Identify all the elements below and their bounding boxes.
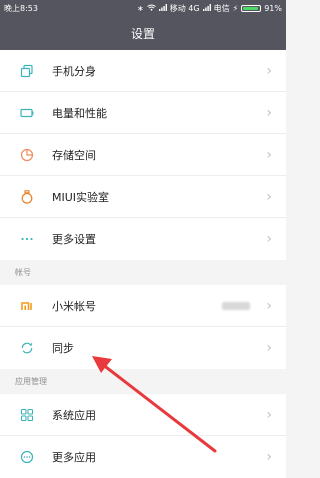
settings-item-battery[interactable]: 电量和性能 › [0,92,286,134]
wifi-icon [146,4,156,13]
blurred-account-id [222,302,250,310]
section-header-app-management: 应用管理 [0,369,286,394]
chevron-right-icon: › [266,147,272,163]
battery-icon [241,4,262,12]
signal-icon-2 [202,3,211,13]
chevron-right-icon: › [266,407,272,423]
settings-item-dual-apps[interactable]: 手机分身 › [0,50,286,92]
carrier2-label: 电信 [213,3,230,13]
more-dots-icon [20,232,34,246]
more-apps-icon [20,450,34,464]
settings-item-sync[interactable]: 同步 › [0,327,286,369]
status-icons: ∗ 移动 4G 电信 ⚡ 91% [137,3,282,14]
settings-item-label: 更多应用 [52,451,96,464]
chevron-right-icon: › [266,105,272,121]
settings-item-label: 同步 [52,342,74,355]
status-bar: 晚上8:53 ∗ 移动 4G 电信 ⚡ 91% [0,0,286,16]
apps-grid-icon [20,408,34,422]
clone-icon [20,64,34,78]
chevron-right-icon: › [266,189,272,205]
settings-item-more-settings[interactable]: 更多设置 › [0,218,286,260]
settings-group-account: 小米帐号 › 同步 › [0,285,286,369]
settings-item-label: 更多设置 [52,233,96,246]
page-title: 设置 [130,26,155,41]
chevron-right-icon: › [266,231,272,247]
storage-pie-icon [20,148,34,162]
settings-item-mi-account[interactable]: 小米帐号 › [0,285,286,327]
network-label: 移动 4G [169,3,200,13]
settings-group-apps: 系统应用 › 更多应用 › [0,394,286,478]
settings-item-label: 存储空间 [52,148,96,162]
signal-icon [158,3,167,13]
settings-item-storage[interactable]: 存储空间 › [0,134,286,176]
chevron-right-icon: › [266,63,272,79]
battery-percent: 91% [264,3,282,13]
settings-item-label: 小米帐号 [52,299,96,313]
settings-item-system-apps[interactable]: 系统应用 › [0,394,286,436]
bluetooth-icon: ∗ [137,3,144,13]
status-time: 晚上8:53 [4,3,38,13]
battery-performance-icon [20,106,34,120]
sync-icon [20,341,34,355]
chevron-right-icon: › [266,449,272,465]
settings-item-more-apps[interactable]: 更多应用 › [0,436,286,478]
lab-flask-icon [20,189,34,204]
settings-item-label: 手机分身 [52,64,96,78]
settings-list: 手机分身 › 电量和性能 › 存储空间 › MIUI实验室 › 更多设置 › 帐… [0,50,286,478]
charging-icon: ⚡ [232,3,239,13]
section-header-account: 帐号 [0,260,286,285]
settings-item-label: MIUI实验室 [52,190,110,204]
chevron-right-icon: › [266,340,272,356]
title-bar: 设置 [0,16,286,50]
settings-item-label: 电量和性能 [52,106,107,120]
mi-logo-icon [20,299,34,313]
settings-group-general: 手机分身 › 电量和性能 › 存储空间 › MIUI实验室 › 更多设置 › [0,50,286,260]
settings-item-miui-lab[interactable]: MIUI实验室 › [0,176,286,218]
chevron-right-icon: › [266,298,272,314]
settings-item-label: 系统应用 [52,408,96,422]
